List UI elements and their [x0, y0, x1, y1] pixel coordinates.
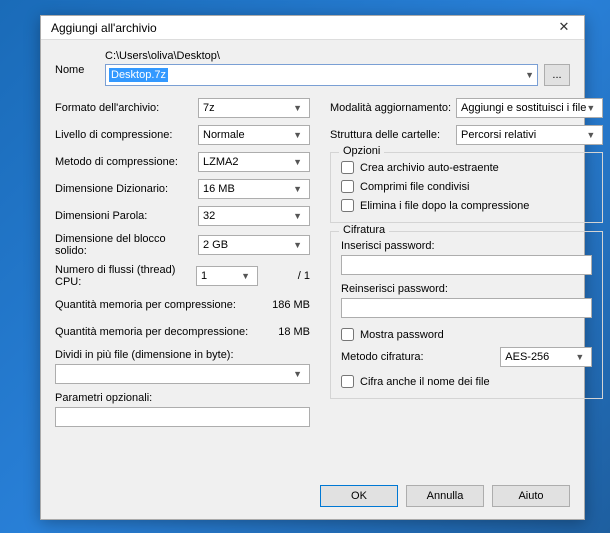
chevron-down-icon: ▼ — [575, 352, 584, 362]
mem-decomp-value: 18 MB — [250, 326, 310, 338]
threads-select[interactable]: 1 ▼ — [196, 266, 258, 286]
sfx-label: Crea archivio auto-estraente — [360, 162, 499, 174]
cancel-button[interactable]: Annulla — [406, 485, 484, 507]
mem-comp-label: Quantità memoria per compressione: — [55, 299, 250, 311]
chevron-down-icon: ▼ — [525, 70, 534, 80]
name-label: Nome — [55, 50, 105, 76]
level-select[interactable]: Normale ▼ — [198, 125, 310, 145]
chevron-down-icon: ▼ — [293, 130, 302, 140]
split-select[interactable]: ▼ — [55, 364, 310, 384]
cipher-method-label: Metodo cifratura: — [341, 351, 500, 363]
titlebar: Aggiungi all'archivio ✕ — [41, 16, 584, 40]
chevron-down-icon: ▼ — [586, 130, 595, 140]
word-label: Dimensioni Parola: — [55, 210, 198, 222]
word-select[interactable]: 32 ▼ — [198, 206, 310, 226]
dict-select[interactable]: 16 MB ▼ — [198, 179, 310, 199]
options-legend: Opzioni — [339, 145, 384, 157]
mem-decomp-label: Quantità memoria per decompressione: — [55, 326, 250, 338]
method-select[interactable]: LZMA2 ▼ — [198, 152, 310, 172]
options-group: Opzioni Crea archivio auto-estraente Com… — [330, 152, 603, 223]
pass2-label: Reinserisci password: — [341, 283, 592, 295]
encnames-label: Cifra anche il nome dei file — [360, 376, 490, 388]
ok-button[interactable]: OK — [320, 485, 398, 507]
chevron-down-icon: ▼ — [293, 103, 302, 113]
password-input[interactable] — [341, 255, 592, 275]
cipher-legend: Cifratura — [339, 224, 389, 236]
chevron-down-icon: ▼ — [293, 157, 302, 167]
mem-comp-value: 186 MB — [250, 299, 310, 311]
params-label: Parametri opzionali: — [55, 392, 310, 404]
block-select[interactable]: 2 GB ▼ — [198, 235, 310, 255]
add-to-archive-dialog: Aggiungi all'archivio ✕ Nome C:\Users\ol… — [40, 15, 585, 520]
params-input[interactable] — [55, 407, 310, 427]
close-icon[interactable]: ✕ — [550, 18, 578, 38]
chevron-down-icon: ▼ — [586, 103, 595, 113]
format-select[interactable]: 7z ▼ — [198, 98, 310, 118]
update-label: Modalità aggiornamento: — [330, 102, 456, 114]
block-label: Dimensione del blocco solido: — [55, 233, 198, 257]
dict-label: Dimensione Dizionario: — [55, 183, 198, 195]
encnames-checkbox[interactable] — [341, 375, 354, 388]
cipher-method-select[interactable]: AES-256 ▼ — [500, 347, 592, 367]
delete-checkbox[interactable] — [341, 199, 354, 212]
sfx-checkbox[interactable] — [341, 161, 354, 174]
update-select[interactable]: Aggiungi e sostituisci i file ▼ — [456, 98, 603, 118]
archive-name-input[interactable]: Desktop.7z ▼ — [105, 64, 538, 86]
showpass-checkbox[interactable] — [341, 328, 354, 341]
delete-label: Elimina i file dopo la compressione — [360, 200, 529, 212]
threads-max: / 1 — [262, 270, 310, 282]
paths-select[interactable]: Percorsi relativi ▼ — [456, 125, 603, 145]
split-label: Dividi in più file (dimensione in byte): — [55, 349, 310, 361]
dialog-buttons: OK Annulla Aiuto — [320, 485, 570, 507]
chevron-down-icon: ▼ — [293, 211, 302, 221]
threads-label: Numero di flussi (thread) CPU: — [55, 264, 196, 288]
method-label: Metodo di compressione: — [55, 156, 198, 168]
pass1-label: Inserisci password: — [341, 240, 592, 252]
password-confirm-input[interactable] — [341, 298, 592, 318]
left-column: Formato dell'archivio: 7z ▼ Livello di c… — [55, 98, 310, 427]
archive-name-row: Nome C:\Users\oliva\Desktop\ Desktop.7z … — [55, 50, 570, 86]
chevron-down-icon: ▼ — [293, 184, 302, 194]
chevron-down-icon: ▼ — [241, 271, 250, 281]
shared-label: Comprimi file condivisi — [360, 181, 469, 193]
archive-name-value: Desktop.7z — [109, 68, 168, 82]
chevron-down-icon: ▼ — [293, 240, 302, 250]
chevron-down-icon: ▼ — [293, 369, 302, 379]
browse-button[interactable]: ... — [544, 64, 570, 86]
shared-checkbox[interactable] — [341, 180, 354, 193]
level-label: Livello di compressione: — [55, 129, 198, 141]
format-label: Formato dell'archivio: — [55, 102, 198, 114]
right-column: Modalità aggiornamento: Aggiungi e sosti… — [330, 98, 603, 427]
cipher-group: Cifratura Inserisci password: Reinserisc… — [330, 231, 603, 399]
help-button[interactable]: Aiuto — [492, 485, 570, 507]
window-title: Aggiungi all'archivio — [51, 21, 550, 35]
showpass-label: Mostra password — [360, 329, 444, 341]
dialog-content: Nome C:\Users\oliva\Desktop\ Desktop.7z … — [41, 40, 584, 437]
paths-label: Struttura delle cartelle: — [330, 129, 456, 141]
archive-path: C:\Users\oliva\Desktop\ — [105, 50, 570, 62]
